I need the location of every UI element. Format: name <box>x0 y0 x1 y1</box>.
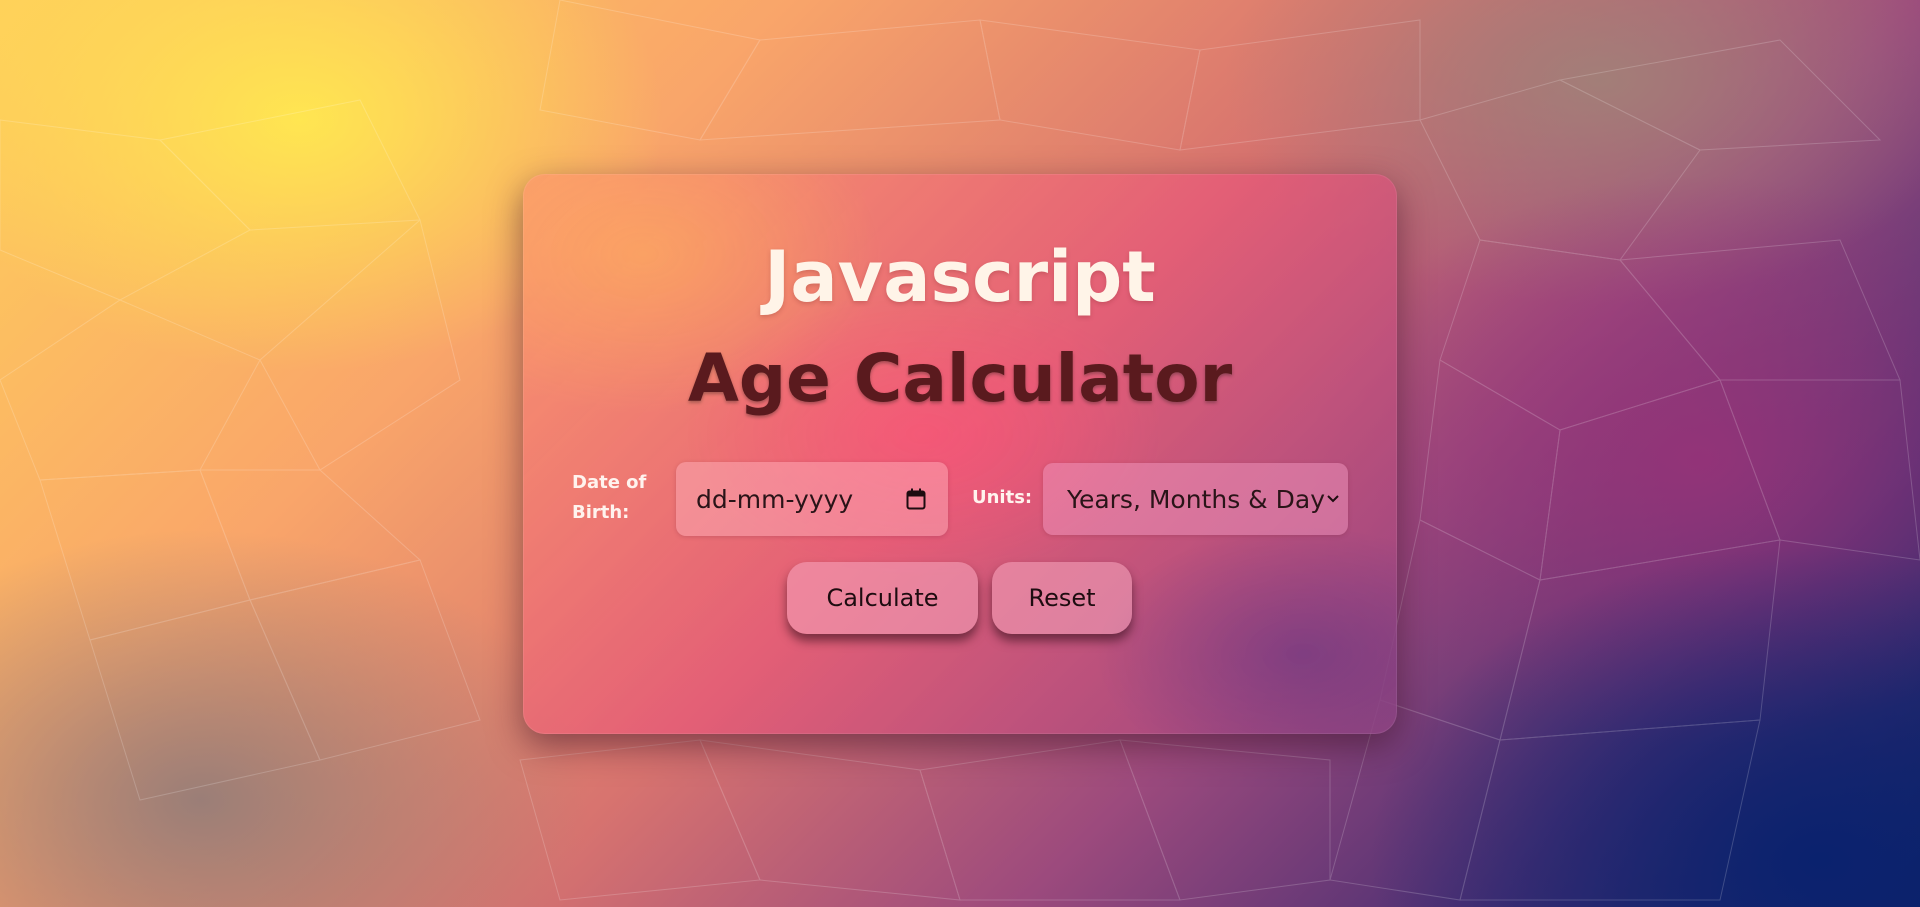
age-calculator-card: Javascript Age Calculator Date of Birth:… <box>523 174 1397 734</box>
reset-button[interactable]: Reset <box>992 562 1132 634</box>
dob-placeholder: dd-mm-yyyy <box>696 484 854 514</box>
calculate-button[interactable]: Calculate <box>787 562 978 634</box>
dob-label: Date of Birth: <box>572 472 647 523</box>
calendar-icon[interactable] <box>906 488 926 510</box>
units-select[interactable]: Years, Months & Days <box>1043 463 1348 535</box>
page-title: Javascript <box>764 236 1156 318</box>
page-subtitle: Age Calculator <box>687 340 1233 417</box>
dob-date-input[interactable]: dd-mm-yyyy <box>676 462 948 536</box>
chevron-down-icon <box>1327 495 1339 503</box>
units-selected-value: Years, Months & Days <box>1067 484 1326 514</box>
units-label: Units: <box>972 487 1033 508</box>
